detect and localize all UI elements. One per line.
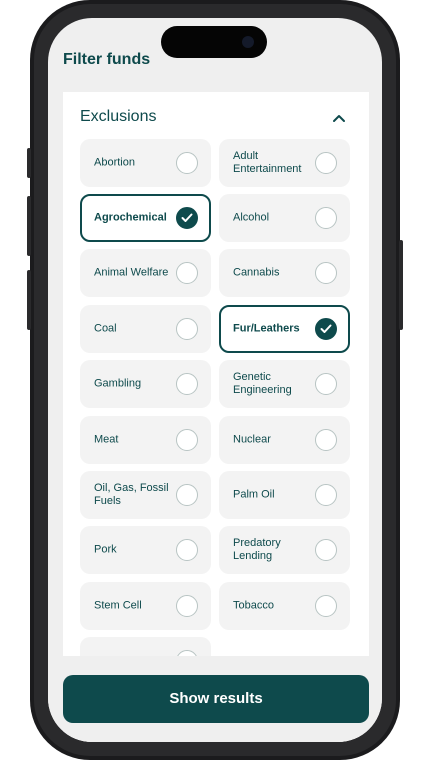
radio-unchecked-icon[interactable] (315, 152, 337, 174)
section-title: Exclusions (80, 108, 157, 125)
radio-unchecked-icon[interactable] (176, 318, 198, 340)
chip-agrochemical[interactable]: Agrochemical (80, 194, 211, 242)
chip-label: Tobacco (233, 599, 274, 612)
exclusions-header[interactable]: Exclusions (80, 106, 355, 130)
chip-label: Oil, Gas, Fossil Fuels (94, 482, 169, 507)
chip-pork[interactable]: Pork (80, 526, 211, 574)
chip-label: Pork (94, 543, 117, 556)
chip-adult-entertainment[interactable]: Adult Entertainment (219, 139, 350, 187)
chip-label: Abortion (94, 156, 135, 169)
chip-cannabis[interactable]: Cannabis (219, 249, 350, 297)
chip-label: Genetic Engineering (233, 371, 292, 396)
check-circle-icon[interactable] (176, 207, 198, 229)
chip-predatory-lending[interactable]: Predatory Lending (219, 526, 350, 574)
radio-unchecked-icon[interactable] (315, 262, 337, 284)
chip-label: Adult Entertainment (233, 150, 302, 175)
chip-label: Animal Welfare (94, 266, 169, 279)
radio-unchecked-icon[interactable] (176, 373, 198, 395)
screen: Filter funds Exclusions Abortion Adult E… (48, 18, 382, 742)
chip-animal-welfare[interactable]: Animal Welfare (80, 249, 211, 297)
chip-label: Stem Cell (94, 599, 142, 612)
chip-genetic-engineering[interactable]: Genetic Engineering (219, 360, 350, 408)
radio-unchecked-icon[interactable] (315, 207, 337, 229)
chip-nuclear[interactable]: Nuclear (219, 416, 350, 464)
chip-fur-leathers[interactable]: Fur/Leathers (219, 305, 350, 353)
radio-unchecked-icon[interactable] (315, 484, 337, 506)
chip-label: Nuclear (233, 433, 271, 446)
chip-label: Fur/Leathers (233, 322, 300, 335)
chip-label: Palm Oil (233, 488, 275, 501)
exclusions-panel: Exclusions Abortion Adult Entertainment (63, 92, 369, 742)
chip-label: Gambling (94, 377, 142, 390)
camera-icon (242, 36, 254, 48)
chip-label: Predatory Lending (233, 537, 281, 562)
chip-palm-oil[interactable]: Palm Oil (219, 471, 350, 519)
radio-unchecked-icon[interactable] (176, 595, 198, 617)
radio-unchecked-icon[interactable] (176, 152, 198, 174)
radio-unchecked-icon[interactable] (315, 539, 337, 561)
chip-tobacco[interactable]: Tobacco (219, 582, 350, 630)
radio-unchecked-icon[interactable] (315, 595, 337, 617)
show-results-button[interactable]: Show results (63, 675, 369, 723)
chevron-up-icon[interactable] (329, 108, 349, 128)
chip-alcohol[interactable]: Alcohol (219, 194, 350, 242)
check-circle-icon[interactable] (315, 318, 337, 340)
page-title: Filter funds (63, 51, 151, 68)
chip-label: Coal (94, 322, 117, 335)
chip-label: Alcohol (233, 211, 270, 224)
chip-abortion[interactable]: Abortion (80, 139, 211, 187)
radio-unchecked-icon[interactable] (315, 429, 337, 451)
mute-switch (27, 148, 31, 178)
chip-gambling[interactable]: Gambling (80, 360, 211, 408)
volume-down-button (27, 270, 31, 330)
radio-unchecked-icon[interactable] (176, 262, 198, 284)
dynamic-island (161, 26, 267, 58)
radio-unchecked-icon[interactable] (176, 539, 198, 561)
phone-frame: Filter funds Exclusions Abortion Adult E… (27, 0, 403, 760)
chip-label: Cannabis (233, 266, 280, 279)
radio-unchecked-icon[interactable] (176, 484, 198, 506)
radio-unchecked-icon[interactable] (315, 373, 337, 395)
chip-coal[interactable]: Coal (80, 305, 211, 353)
chip-stem-cell[interactable]: Stem Cell (80, 582, 211, 630)
chip-meat[interactable]: Meat (80, 416, 211, 464)
power-button (399, 240, 403, 330)
chip-label: Meat (94, 433, 119, 446)
chip-oil-gas-fossil-fuels[interactable]: Oil, Gas, Fossil Fuels (80, 471, 211, 519)
radio-unchecked-icon[interactable] (176, 429, 198, 451)
volume-up-button (27, 196, 31, 256)
chip-label: Agrochemical (94, 211, 167, 224)
